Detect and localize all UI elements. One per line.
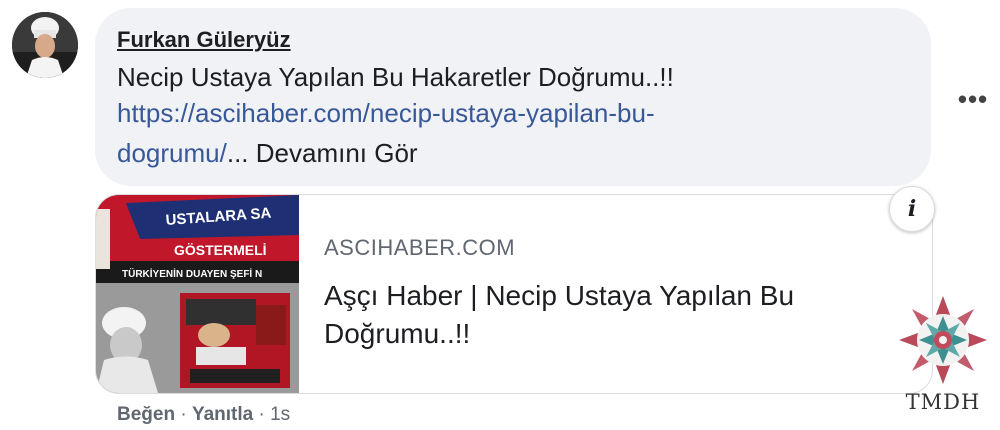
watermark-logo: TMDH: [893, 290, 993, 425]
more-options-button[interactable]: •••: [955, 84, 991, 114]
thumbnail-subbanner-text: GÖSTERMELİ: [174, 242, 267, 258]
comment-link-line2: dogrumu/... Devamını Gör: [117, 138, 418, 168]
comment-link[interactable]: https://ascihaber.com/necip-ustaya-yapil…: [117, 98, 655, 128]
comment-text: Necip Ustaya Yapılan Bu Hakaretler Doğru…: [117, 62, 674, 92]
reply-button[interactable]: Yanıtla: [192, 404, 253, 425]
link-preview-title[interactable]: Aşçı Haber | Necip Ustaya Yapılan Bu Doğ…: [324, 277, 924, 353]
action-separator: ·: [253, 404, 271, 425]
comment-actions: Beğen · Yanıtla · 1s: [117, 404, 290, 426]
link-preview-domain: ASCIHABER.COM: [324, 235, 516, 260]
watermark-text: TMDH: [905, 390, 981, 414]
more-horizontal-icon: •••: [957, 83, 989, 114]
info-icon: i: [907, 196, 917, 222]
comment-timestamp[interactable]: 1s: [270, 404, 290, 425]
avatar[interactable]: [12, 12, 78, 78]
link-preview-card[interactable]: USTALARA SA GÖSTERMELİ TÜRKİYENİN DUAYEN…: [95, 194, 933, 394]
see-more-button[interactable]: Devamını Gör: [256, 138, 418, 168]
ellipsis-text: ...: [226, 138, 249, 168]
link-preview-thumbnail: USTALARA SA GÖSTERMELİ TÜRKİYENİN DUAYEN…: [96, 195, 299, 393]
comment-link-continuation[interactable]: dogrumu/: [117, 138, 227, 168]
comment-author[interactable]: Furkan Güleryüz: [117, 27, 291, 53]
info-button[interactable]: i: [889, 186, 935, 232]
comment-container: Furkan Güleryüz Necip Ustaya Yapılan Bu …: [0, 0, 1000, 430]
thumbnail-image: USTALARA SA GÖSTERMELİ TÜRKİYENİN DUAYEN…: [96, 195, 299, 393]
action-separator: ·: [175, 404, 192, 425]
avatar-image: [12, 12, 78, 78]
star-ornament-icon: [899, 296, 987, 384]
thumbnail-strip-text: TÜRKİYENİN DUAYEN ŞEFİ N: [122, 267, 262, 280]
like-button[interactable]: Beğen: [117, 404, 175, 425]
